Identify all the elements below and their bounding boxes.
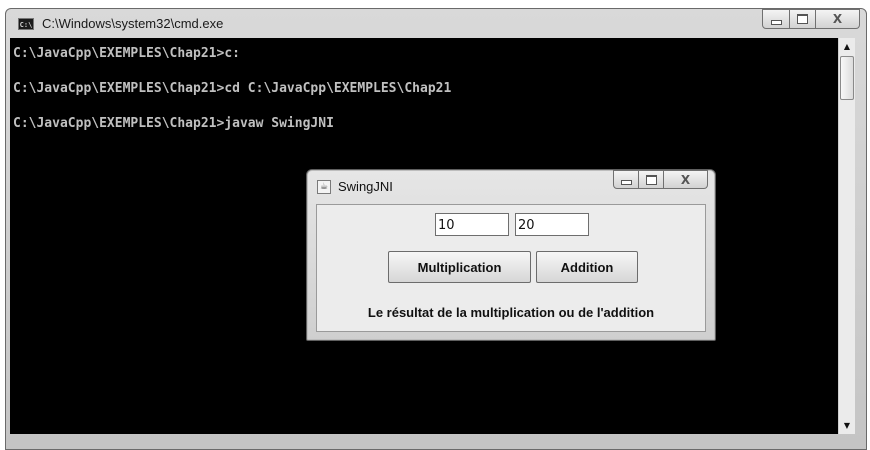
- multiplication-button[interactable]: Multiplication: [388, 251, 531, 283]
- cmd-window-title: C:\Windows\system32\cmd.exe: [42, 16, 224, 31]
- swingjni-window-title: SwingJNI: [338, 179, 393, 194]
- result-label: Le résultat de la multiplication ou de l…: [367, 305, 655, 320]
- minimize-icon: [620, 180, 632, 185]
- swingjni-maximize-button[interactable]: [639, 170, 664, 189]
- cmd-titlebar[interactable]: C:\ C:\Windows\system32\cmd.exe X: [6, 9, 866, 39]
- scroll-thumb[interactable]: [840, 56, 854, 100]
- minimize-icon: [770, 19, 782, 25]
- cmd-minimize-button[interactable]: [762, 9, 790, 29]
- scroll-down-arrow-icon[interactable]: ▼: [839, 417, 855, 434]
- maximize-icon: [797, 14, 808, 24]
- console-line: C:\JavaCpp\EXEMPLES\Chap21>javaw SwingJN…: [13, 116, 334, 131]
- scroll-up-arrow-icon[interactable]: ▲: [839, 38, 855, 55]
- close-icon: X: [680, 172, 691, 187]
- maximize-icon: [645, 174, 657, 185]
- swingjni-content-panel: Multiplication Addition Le résultat de l…: [316, 204, 706, 332]
- addition-button[interactable]: Addition: [536, 251, 638, 283]
- cmd-app-icon[interactable]: C:\: [18, 18, 34, 30]
- vertical-scrollbar[interactable]: ▲ ▼: [838, 38, 855, 434]
- swingjni-close-button[interactable]: X: [664, 170, 708, 189]
- swingjni-window-controls: X: [613, 170, 708, 189]
- close-icon: X: [832, 12, 843, 26]
- second-number-field[interactable]: [515, 213, 589, 236]
- first-number-field[interactable]: [435, 213, 509, 236]
- java-icon[interactable]: ☕: [317, 180, 331, 194]
- cmd-close-button[interactable]: X: [816, 9, 860, 29]
- console-line: C:\JavaCpp\EXEMPLES\Chap21>cd C:\JavaCpp…: [13, 81, 452, 96]
- swingjni-minimize-button[interactable]: [613, 170, 639, 189]
- cmd-window-controls: X: [762, 9, 860, 29]
- swingjni-window: ☕ SwingJNI X Multiplication Addition Le …: [306, 169, 716, 341]
- console-line: C:\JavaCpp\EXEMPLES\Chap21>c:: [13, 46, 240, 61]
- cmd-maximize-button[interactable]: [790, 9, 816, 29]
